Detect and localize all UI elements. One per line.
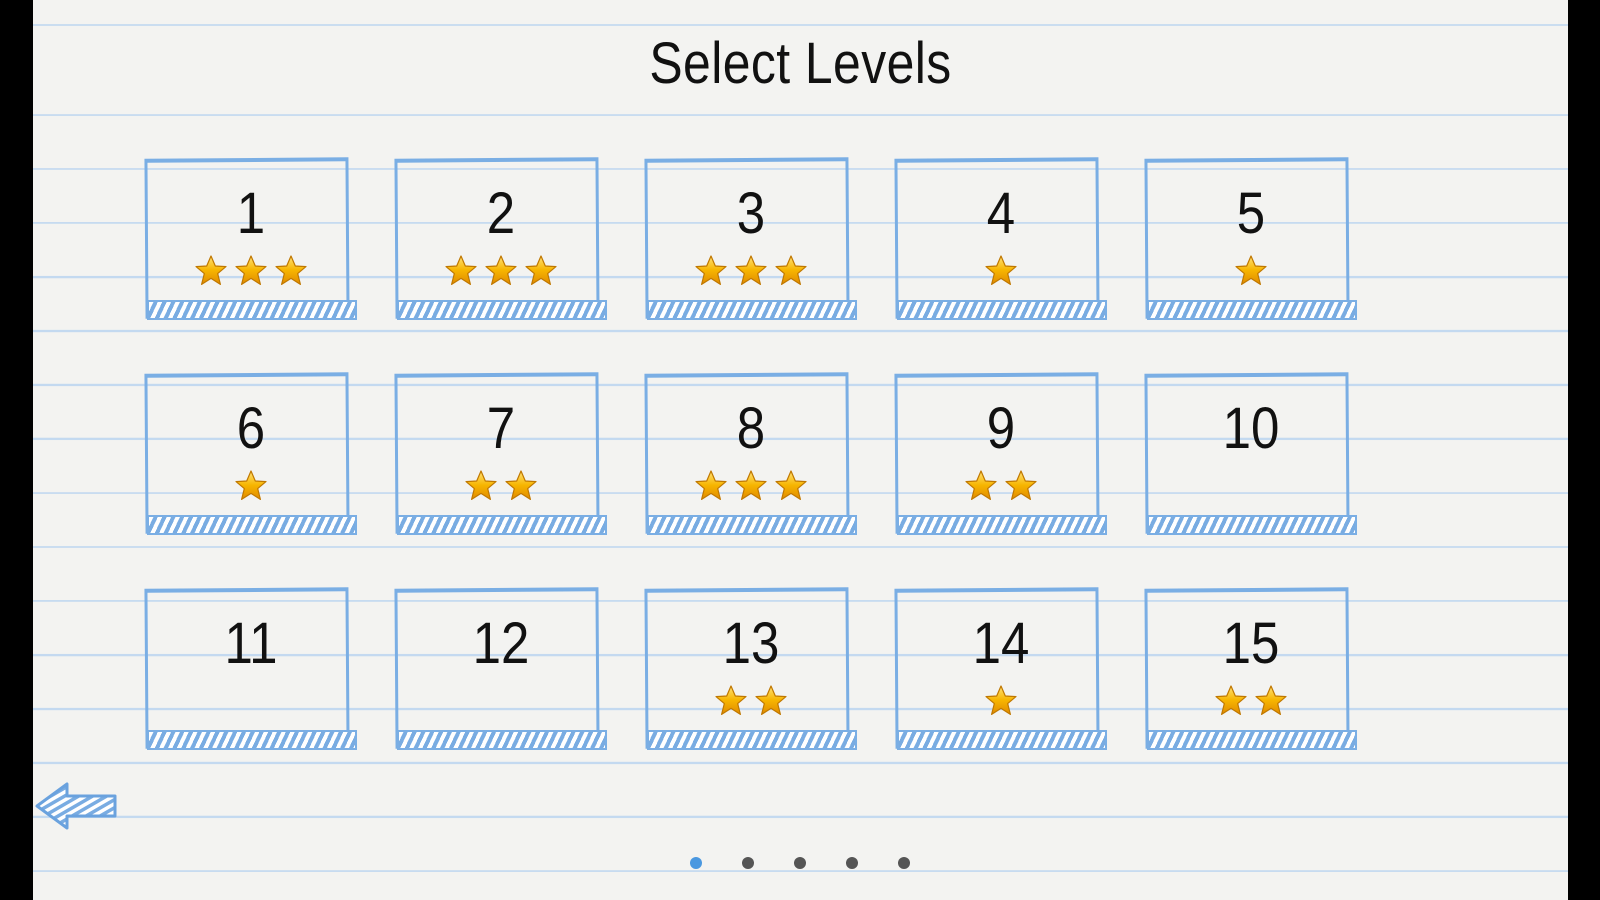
level-star-rating: [145, 254, 357, 288]
tile-hatched-base: [147, 300, 357, 320]
level-number: 13: [722, 611, 780, 676]
star-icon: [484, 254, 518, 288]
page-dot[interactable]: [898, 857, 910, 869]
level-number: 12: [472, 611, 530, 676]
star-icon: [734, 254, 768, 288]
tile-hatched-base: [397, 515, 607, 535]
level-number: 7: [486, 396, 516, 461]
star-icon: [1214, 684, 1248, 718]
star-icon: [1254, 684, 1288, 718]
tile-hatched-base: [147, 730, 357, 750]
level-star-rating: [645, 469, 857, 503]
level-star-rating: [645, 684, 857, 718]
tile-hatched-base: [1147, 515, 1357, 535]
tile-hatched-base: [397, 730, 607, 750]
level-star-rating: [1145, 254, 1357, 288]
tile-hatched-base: [897, 300, 1107, 320]
level-tile[interactable]: 2: [394, 157, 607, 323]
level-number: 1: [236, 181, 266, 246]
star-icon: [464, 469, 498, 503]
tile-hatched-base: [647, 515, 857, 535]
level-number: 14: [972, 611, 1030, 676]
star-icon: [694, 254, 728, 288]
level-tile[interactable]: 6: [144, 372, 357, 538]
back-button[interactable]: [33, 780, 119, 832]
level-tile[interactable]: 12: [394, 587, 607, 753]
level-star-rating: [395, 254, 607, 288]
star-icon: [964, 469, 998, 503]
level-tile[interactable]: 5: [1144, 157, 1357, 323]
level-number: 6: [236, 396, 266, 461]
level-star-rating: [145, 469, 357, 503]
level-number: 10: [1222, 396, 1280, 461]
level-tile[interactable]: 1: [144, 157, 357, 323]
tile-hatched-base: [1147, 730, 1357, 750]
level-star-rating: [895, 469, 1107, 503]
page-dot[interactable]: [846, 857, 858, 869]
star-icon: [774, 469, 808, 503]
level-tile[interactable]: 3: [644, 157, 857, 323]
level-tile[interactable]: 7: [394, 372, 607, 538]
star-icon: [984, 684, 1018, 718]
level-tile[interactable]: 14: [894, 587, 1107, 753]
level-star-rating: [145, 684, 357, 718]
level-tile[interactable]: 4: [894, 157, 1107, 323]
star-icon: [444, 254, 478, 288]
page-indicator: [0, 856, 1600, 874]
star-icon: [1234, 254, 1268, 288]
page-dot[interactable]: [742, 857, 754, 869]
star-icon: [694, 469, 728, 503]
tile-hatched-base: [647, 300, 857, 320]
level-number: 4: [986, 181, 1016, 246]
level-tile[interactable]: 15: [1144, 587, 1357, 753]
level-tile[interactable]: 13: [644, 587, 857, 753]
tile-hatched-base: [897, 515, 1107, 535]
level-number: 3: [736, 181, 766, 246]
level-star-rating: [895, 254, 1107, 288]
level-star-rating: [1145, 469, 1357, 503]
level-number: 8: [736, 396, 766, 461]
level-star-rating: [395, 684, 607, 718]
back-arrow-icon: [35, 782, 117, 830]
tile-hatched-base: [1147, 300, 1357, 320]
level-star-rating: [395, 469, 607, 503]
star-icon: [984, 254, 1018, 288]
star-icon: [234, 469, 268, 503]
level-tile[interactable]: 9: [894, 372, 1107, 538]
star-icon: [754, 684, 788, 718]
tile-hatched-base: [897, 730, 1107, 750]
tile-hatched-base: [397, 300, 607, 320]
tile-hatched-base: [147, 515, 357, 535]
level-number: 15: [1222, 611, 1280, 676]
level-number: 5: [1236, 181, 1266, 246]
page-title: Select Levels: [649, 31, 952, 96]
level-star-rating: [895, 684, 1107, 718]
level-number: 9: [986, 396, 1016, 461]
level-star-rating: [1145, 684, 1357, 718]
star-icon: [1004, 469, 1038, 503]
star-icon: [274, 254, 308, 288]
level-star-rating: [645, 254, 857, 288]
page-dot[interactable]: [794, 857, 806, 869]
star-icon: [524, 254, 558, 288]
star-icon: [714, 684, 748, 718]
star-icon: [774, 254, 808, 288]
level-tile[interactable]: 10: [1144, 372, 1357, 538]
star-icon: [734, 469, 768, 503]
star-icon: [194, 254, 228, 288]
level-number: 11: [224, 611, 278, 676]
level-tile[interactable]: 8: [644, 372, 857, 538]
tile-hatched-base: [647, 730, 857, 750]
star-icon: [504, 469, 538, 503]
star-icon: [234, 254, 268, 288]
level-tile[interactable]: 11: [144, 587, 357, 753]
level-number: 2: [486, 181, 516, 246]
page-dot[interactable]: [690, 857, 702, 869]
